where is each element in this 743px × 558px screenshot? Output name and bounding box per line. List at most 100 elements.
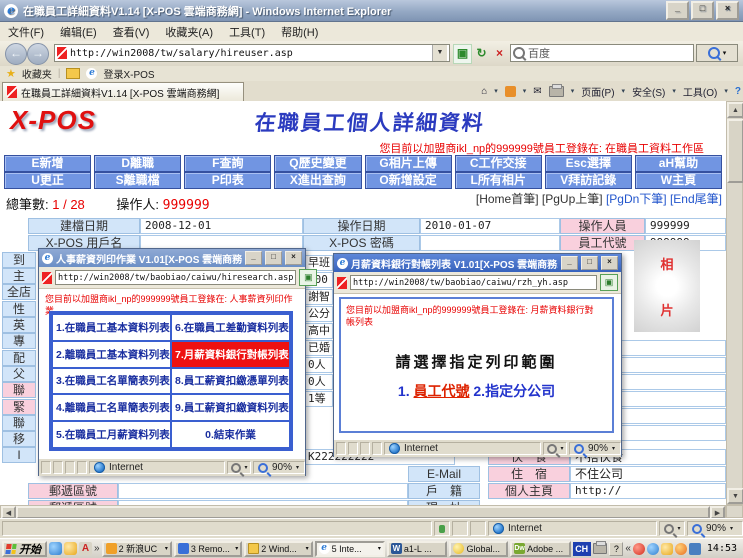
popup2-minimize-button[interactable]: _ (561, 256, 578, 270)
popup1-go-icon[interactable]: ▣ (299, 269, 317, 286)
taskbar-button-global[interactable]: Global... (449, 541, 508, 557)
btn-inout-query[interactable]: X進出查詢 (274, 172, 361, 189)
btn-handover[interactable]: C工作交接 (455, 155, 542, 172)
feed-icon[interactable] (505, 86, 516, 97)
help-icon[interactable]: ? (735, 86, 741, 97)
taskbar-button-remote[interactable]: 3 Remo... ▾ (174, 541, 242, 557)
close-button[interactable]: × (716, 1, 739, 20)
search-button[interactable]: ▾ (696, 44, 738, 62)
btn-add-setting[interactable]: O新增設定 (365, 172, 452, 189)
tools-menu[interactable]: 工具(O) (683, 84, 717, 99)
btn-update[interactable]: U更正 (4, 172, 91, 189)
value-zip[interactable] (118, 483, 408, 499)
address-dropdown-icon[interactable]: ▼ (432, 45, 447, 61)
option-employee-code-link[interactable]: 員工代號 (414, 383, 470, 399)
print-icon[interactable] (549, 86, 564, 97)
value-lodging[interactable]: 不住公司 (570, 466, 726, 482)
print-dropdown-icon[interactable]: ▾ (571, 87, 575, 95)
photo-placeholder[interactable]: 相 片 (634, 240, 700, 332)
form-value[interactable]: 已婚 (303, 340, 333, 356)
menu-item-7-selected[interactable]: 7.月薪資料銀行對帳列表 (171, 341, 290, 368)
stop-button[interactable]: × (490, 44, 509, 64)
taskbar-button-word[interactable]: W a1-L ... (387, 541, 448, 557)
vertical-scrollbar[interactable]: ▲ ▼ (726, 101, 743, 505)
popup2-maximize-button[interactable]: □ (581, 256, 598, 270)
back-button[interactable]: ← (5, 43, 27, 65)
menu-item-5[interactable]: 5.在職員工月薪資料列表 (52, 421, 171, 448)
horizontal-scrollbar[interactable]: ◀ ▶ (0, 505, 726, 518)
vertical-scroll-thumb[interactable] (727, 119, 743, 183)
minimize-button[interactable]: _ (666, 1, 689, 20)
menu-tools[interactable]: 工具(T) (221, 22, 273, 42)
language-indicator[interactable]: CH (573, 542, 591, 556)
menu-item-6[interactable]: 6.在職員工差勤資料列表 (171, 314, 290, 341)
popup1-maximize-button[interactable]: □ (265, 251, 282, 265)
quicklaunch-ie-icon[interactable] (49, 542, 62, 555)
menu-item-0-exit[interactable]: 0.結束作業 (171, 421, 290, 448)
popup1-address-field[interactable]: http://win2008/tw/baobiao/caiwu/hiresear… (55, 270, 296, 285)
taskbar-button-internet-active[interactable]: e 5 Inte... ▾ (315, 541, 385, 557)
menu-item-3[interactable]: 3.在職員工名單簡表列表 (52, 368, 171, 395)
search-options-icon[interactable]: ▾ (723, 49, 727, 57)
menu-item-2[interactable]: 2.離職員工基本資料列表 (52, 341, 171, 368)
scroll-down-icon[interactable]: ▼ (727, 488, 743, 504)
quicklaunch-qq-icon[interactable] (64, 542, 77, 555)
value-create-date[interactable]: 2008-12-01 (140, 218, 303, 234)
form-value[interactable]: 1等 (303, 391, 333, 407)
popup1-zoom-control[interactable]: 90% ▾ (253, 461, 305, 475)
page-menu[interactable]: 页面(P) (581, 84, 614, 99)
taskbar-button-windows[interactable]: 2 Wind... ▾ (244, 541, 312, 557)
popup2-address-field[interactable]: http://win2008/tw/baobiao/caiwu/rzh_yh.a… (350, 275, 597, 290)
favorites-label[interactable]: 收藏夹 (22, 66, 52, 81)
value-operator[interactable]: 999999 (645, 218, 726, 234)
protected-mode-control[interactable]: ▾ (659, 521, 685, 536)
address-field[interactable]: http://win2008/tw/salary/hireuser.asp ▼ (54, 44, 450, 62)
tray-printer-icon[interactable] (593, 543, 608, 554)
btn-history[interactable]: Q歷史變更 (274, 155, 361, 172)
value-operate-date[interactable]: 2010-01-07 (420, 218, 560, 234)
compatibility-icon[interactable]: ▣ (453, 44, 472, 64)
option-branch-link[interactable]: 2.指定分公司 (473, 383, 555, 399)
menu-view[interactable]: 查看(V) (105, 22, 158, 42)
popup2-zoom-control[interactable]: 90% ▾ (569, 442, 621, 456)
tray-help-icon[interactable]: ? (609, 542, 623, 556)
btn-print[interactable]: P印表 (184, 172, 271, 189)
btn-all-photos[interactable]: L所有相片 (455, 172, 542, 189)
home-dropdown-icon[interactable]: ▾ (494, 87, 498, 95)
quicklaunch-mail-icon[interactable]: A (79, 542, 92, 555)
tray-shield-icon[interactable] (661, 543, 673, 555)
value-xpos-pass[interactable] (420, 235, 560, 251)
popup1-minimize-button[interactable]: _ (245, 251, 262, 265)
menu-file[interactable]: 文件(F) (0, 22, 52, 42)
mail-icon[interactable]: ✉ (533, 86, 541, 97)
btn-resign-file[interactable]: S離職檔 (94, 172, 181, 189)
btn-resign[interactable]: D離職 (94, 155, 181, 172)
btn-query[interactable]: F查詢 (184, 155, 271, 172)
star-icon[interactable]: ★ (6, 67, 16, 80)
popup1-protected-mode[interactable]: ▾ (227, 461, 251, 475)
form-value[interactable]: 0人 (303, 374, 333, 390)
form-value[interactable]: 謝智 (303, 289, 333, 305)
popup2-protected-mode[interactable]: ▾ (543, 442, 567, 456)
popup2-close-button[interactable]: × (601, 256, 618, 270)
menu-favorites[interactable]: 收藏夹(A) (157, 22, 221, 42)
home-icon[interactable]: ⌂ (481, 86, 487, 97)
tab-active[interactable]: 在職員工詳細資料V1.14 [X-POS 雲端商務網] (2, 82, 244, 101)
menu-edit[interactable]: 编辑(E) (52, 22, 105, 42)
btn-add[interactable]: E新增 (4, 155, 91, 172)
menu-item-8[interactable]: 8.員工薪資扣繳憑單列表 (171, 368, 290, 395)
tray-network-icon[interactable] (689, 543, 701, 555)
forward-button[interactable]: → (27, 43, 49, 65)
tray-star-icon[interactable] (675, 543, 687, 555)
zoom-control[interactable]: 90% ▾ (687, 521, 743, 536)
menu-item-1[interactable]: 1.在職員工基本資料列表 (52, 314, 171, 341)
menu-help[interactable]: 帮助(H) (273, 22, 326, 42)
tray-expand-icon[interactable]: « (625, 543, 631, 554)
popup2-go-icon[interactable]: ▣ (600, 274, 618, 291)
menu-item-4[interactable]: 4.離職員工名單簡表列表 (52, 394, 171, 421)
taskbar-button-adobe[interactable]: Dw Adobe ... (510, 541, 571, 557)
btn-visit-record[interactable]: V拜訪記錄 (545, 172, 632, 189)
maximize-button[interactable]: □ (691, 1, 714, 20)
taskbar-button-sinauc[interactable]: 2 新浪UC ▾ (102, 541, 172, 557)
search-box[interactable]: 百度 (510, 44, 694, 62)
